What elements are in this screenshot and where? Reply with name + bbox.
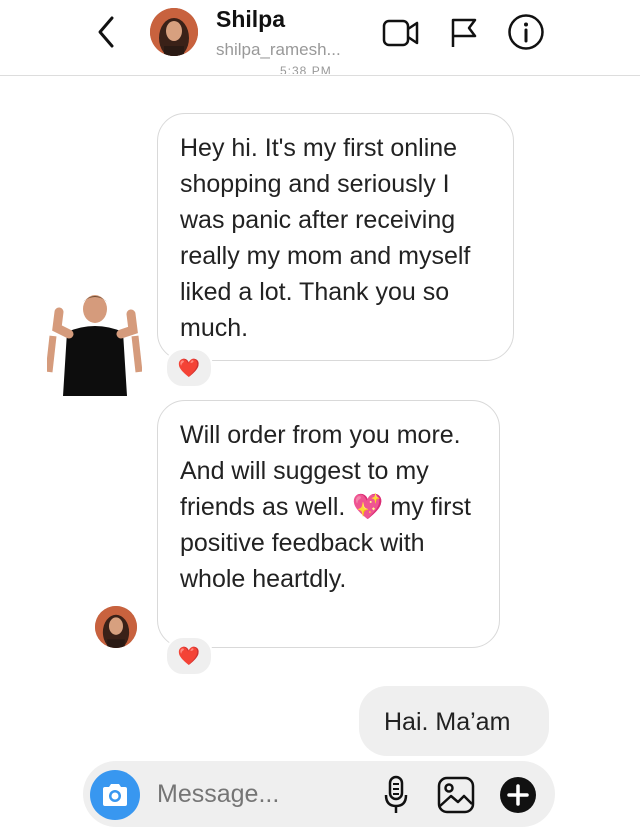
gallery-icon[interactable] xyxy=(436,775,476,815)
info-icon[interactable] xyxy=(507,13,545,51)
microphone-icon[interactable] xyxy=(383,775,409,815)
message-bubble[interactable]: Hey hi. It's my first online shopping an… xyxy=(157,113,514,361)
heart-reaction[interactable]: ❤️ xyxy=(165,636,213,676)
sender-avatar[interactable] xyxy=(95,606,137,648)
left-margin xyxy=(0,0,68,825)
back-chevron-icon[interactable] xyxy=(92,14,122,50)
message-text: Hai. Ma’am xyxy=(384,708,511,736)
flag-icon[interactable] xyxy=(449,17,479,49)
avatar-photo xyxy=(150,8,198,56)
avatar-photo xyxy=(95,606,137,648)
message-timestamp: 5:38 PM xyxy=(280,64,332,74)
heart-reaction-icon: ❤️ xyxy=(177,646,201,666)
message-bubble[interactable]: Will order from you more. And will sugge… xyxy=(157,400,500,648)
heart-reaction[interactable]: ❤️ xyxy=(165,348,213,388)
contact-name[interactable]: Shilpa xyxy=(216,6,285,33)
video-call-icon[interactable] xyxy=(382,18,420,48)
sticker-celebrating-man xyxy=(45,292,143,396)
camera-button[interactable] xyxy=(90,770,140,820)
avatar[interactable] xyxy=(150,8,198,56)
camera-icon xyxy=(103,784,127,806)
plus-icon[interactable] xyxy=(498,775,538,815)
contact-handle: shilpa_ramesh... xyxy=(216,40,341,59)
message-text: Hey hi. It's my first online shopping an… xyxy=(180,134,471,342)
message-input[interactable] xyxy=(157,780,367,809)
my-message-bubble[interactable]: Hai. Ma’am xyxy=(359,686,549,756)
right-margin xyxy=(568,0,640,825)
sparkling-heart-emoji: 💖 xyxy=(352,493,384,521)
heart-reaction-icon: ❤️ xyxy=(177,358,201,378)
